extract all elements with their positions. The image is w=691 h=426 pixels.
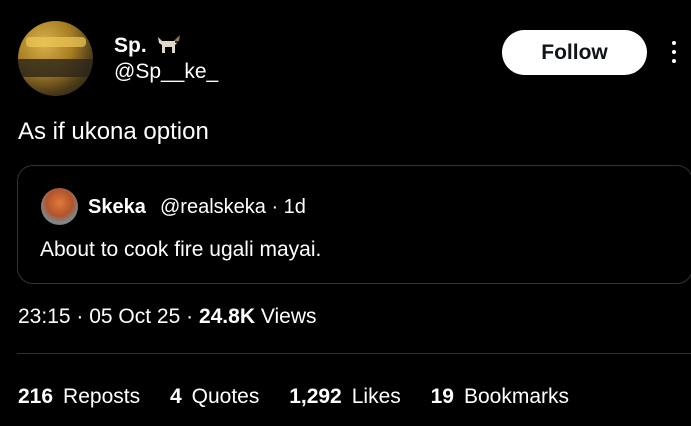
quoted-tweet[interactable]: Skeka @realskeka · 1d About to cook fire… bbox=[17, 165, 691, 284]
views-label: Views bbox=[260, 305, 317, 328]
goat-icon bbox=[158, 35, 180, 53]
reposts-stat[interactable]: 216 Reposts bbox=[18, 385, 140, 409]
bookmarks-stat[interactable]: 19 Bookmarks bbox=[431, 385, 569, 409]
quoted-author-handle: @realskeka · 1d bbox=[160, 196, 306, 218]
follow-button[interactable]: Follow bbox=[502, 30, 647, 75]
author-name[interactable]: Sp. bbox=[114, 34, 147, 58]
avatar-band bbox=[18, 59, 93, 77]
likes-stat[interactable]: 1,292 Likes bbox=[289, 385, 401, 409]
divider bbox=[17, 353, 691, 354]
tweet-meta: 23:15 · 05 Oct 25 · 24.8K Views bbox=[18, 305, 316, 329]
engagement-stats: 216 Reposts 4 Quotes 1,292 Likes 19 Bookmark… bbox=[18, 385, 593, 409]
avatar-highlight bbox=[26, 37, 86, 47]
tweet-timestamp[interactable]: 23:15 · 05 Oct 25 · bbox=[18, 305, 193, 328]
author-handle[interactable]: @Sp__ke_ bbox=[114, 60, 218, 84]
author-avatar[interactable] bbox=[18, 21, 93, 96]
views-count: 24.8K bbox=[198, 305, 255, 328]
quotes-stat[interactable]: 4 Quotes bbox=[170, 385, 259, 409]
quoted-author-name: Skeka bbox=[88, 196, 146, 218]
quoted-author-avatar bbox=[41, 188, 78, 225]
quoted-tweet-text: About to cook fire ugali mayai. bbox=[40, 238, 322, 261]
more-options-icon[interactable] bbox=[664, 38, 684, 68]
tweet-text: As if ukona option bbox=[18, 118, 209, 145]
